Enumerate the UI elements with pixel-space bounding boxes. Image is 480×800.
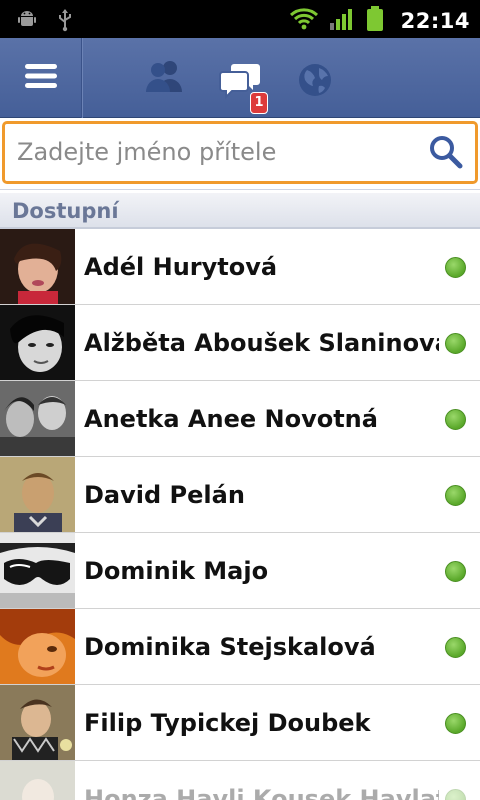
- status-bar: 22:14: [0, 0, 480, 38]
- search-bar: [0, 118, 480, 190]
- friend-list: Adél Hurytová Alžběta Aboušek Slaninova: [0, 229, 480, 800]
- menu-button[interactable]: [0, 38, 83, 118]
- friend-name: Anetka Anee Novotná: [84, 405, 378, 433]
- avatar: [0, 457, 75, 532]
- friend-name: Dominika Stejskalová: [84, 633, 376, 661]
- online-status-icon: [445, 637, 466, 658]
- navbar: 1: [0, 38, 480, 118]
- notifications-globe-icon[interactable]: [297, 62, 333, 102]
- avatar: [0, 381, 75, 456]
- friend-row[interactable]: Alžběta Aboušek Slaninova: [0, 305, 480, 381]
- online-status-icon: [445, 713, 466, 734]
- friend-row[interactable]: Anetka Anee Novotná: [0, 381, 480, 457]
- avatar: [0, 609, 75, 684]
- hamburger-menu-icon: [24, 62, 58, 94]
- battery-icon: [365, 6, 385, 36]
- friend-name: Alžběta Aboušek Slaninova: [84, 329, 439, 357]
- clock: 22:14: [400, 9, 470, 33]
- wifi-icon: [289, 7, 319, 35]
- section-header-available: Dostupní: [0, 193, 480, 229]
- friend-row[interactable]: Honza Havli Kousek Havlat: [0, 761, 480, 800]
- online-status-icon: [445, 561, 466, 582]
- search-input[interactable]: [17, 134, 417, 170]
- search-icon[interactable]: [429, 135, 463, 173]
- online-status-icon: [445, 789, 466, 800]
- avatar: [0, 685, 75, 760]
- avatar: [0, 305, 75, 380]
- usb-icon: [56, 8, 74, 36]
- online-status-icon: [445, 409, 466, 430]
- friend-row[interactable]: Dominik Majo: [0, 533, 480, 609]
- friend-name: Adél Hurytová: [84, 253, 278, 281]
- avatar: [0, 229, 75, 304]
- android-debug-icon: [16, 8, 38, 36]
- friend-row[interactable]: Adél Hurytová: [0, 229, 480, 305]
- messages-badge: 1: [250, 92, 268, 114]
- friend-name: Honza Havli Kousek Havlat: [84, 785, 439, 800]
- friend-row[interactable]: David Pelán: [0, 457, 480, 533]
- search-box: [2, 121, 478, 184]
- online-status-icon: [445, 333, 466, 354]
- online-status-icon: [445, 485, 466, 506]
- avatar: [0, 533, 75, 608]
- friend-row[interactable]: Filip Typickej Doubek: [0, 685, 480, 761]
- friend-name: Dominik Majo: [84, 557, 269, 585]
- friend-name: David Pelán: [84, 481, 245, 509]
- friend-row[interactable]: Dominika Stejskalová: [0, 609, 480, 685]
- avatar: [0, 761, 75, 800]
- friend-name: Filip Typickej Doubek: [84, 709, 371, 737]
- signal-icon: [329, 7, 355, 35]
- friend-requests-icon[interactable]: [144, 58, 184, 98]
- online-status-icon: [445, 257, 466, 278]
